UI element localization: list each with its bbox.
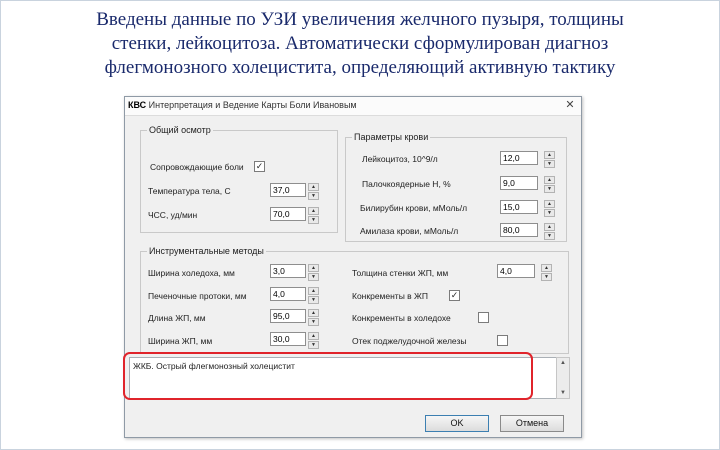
hepatic-ducts-arrows[interactable]: ▲ ▼ bbox=[308, 287, 319, 304]
gallbladder-length-input[interactable] bbox=[270, 309, 306, 323]
hepatic-ducts-label: Печеночные протоки, мм bbox=[148, 291, 247, 301]
spin-up-icon[interactable]: ▲ bbox=[544, 223, 555, 231]
spin-up-icon[interactable]: ▲ bbox=[544, 151, 555, 159]
bilirubin-input[interactable] bbox=[500, 200, 538, 214]
spin-down-icon[interactable]: ▼ bbox=[544, 185, 555, 193]
heart-rate-arrows[interactable]: ▲ ▼ bbox=[308, 207, 319, 224]
spin-down-icon[interactable]: ▼ bbox=[544, 232, 555, 240]
pancreas-edema-checkbox[interactable] bbox=[497, 335, 508, 346]
scroll-down-icon[interactable]: ▼ bbox=[557, 390, 569, 396]
amylase-arrows[interactable]: ▲ ▼ bbox=[544, 223, 555, 240]
gallbladder-length-arrows[interactable]: ▲ ▼ bbox=[308, 309, 319, 326]
amylase-input[interactable] bbox=[500, 223, 538, 237]
gallbladder-width-input[interactable] bbox=[270, 332, 306, 346]
gallbladder-width-arrows[interactable]: ▲ ▼ bbox=[308, 332, 319, 349]
leukocytes-input[interactable] bbox=[500, 151, 538, 165]
spin-down-icon[interactable]: ▼ bbox=[308, 296, 319, 304]
app-name: КВС bbox=[128, 100, 147, 110]
spin-down-icon[interactable]: ▼ bbox=[308, 216, 319, 224]
band-neutrophils-input[interactable] bbox=[500, 176, 538, 190]
leukocytes-arrows[interactable]: ▲ ▼ bbox=[544, 151, 555, 168]
choledochus-stones-checkbox[interactable] bbox=[478, 312, 489, 323]
temperature-arrows[interactable]: ▲ ▼ bbox=[308, 183, 319, 200]
pancreas-edema-label: Отек поджелудочной железы bbox=[352, 336, 467, 346]
instrumental-legend: Инструментальные методы bbox=[149, 246, 264, 256]
temperature-input[interactable] bbox=[270, 183, 306, 197]
spin-up-icon[interactable]: ▲ bbox=[308, 207, 319, 215]
wall-thickness-input[interactable] bbox=[497, 264, 535, 278]
band-neutrophils-arrows[interactable]: ▲ ▼ bbox=[544, 176, 555, 193]
spin-down-icon[interactable]: ▼ bbox=[308, 318, 319, 326]
gallbladder-length-label: Длина ЖП, мм bbox=[148, 313, 206, 323]
spin-up-icon[interactable]: ▲ bbox=[308, 332, 319, 340]
spin-up-icon[interactable]: ▲ bbox=[544, 200, 555, 208]
spin-down-icon[interactable]: ▼ bbox=[541, 273, 552, 281]
band-neutrophils-label: Палочкоядерные Н, % bbox=[362, 179, 451, 189]
bilirubin-arrows[interactable]: ▲ ▼ bbox=[544, 200, 555, 217]
spin-down-icon[interactable]: ▼ bbox=[308, 341, 319, 349]
spin-up-icon[interactable]: ▲ bbox=[544, 176, 555, 184]
spin-up-icon[interactable]: ▲ bbox=[308, 264, 319, 272]
spin-up-icon[interactable]: ▲ bbox=[308, 183, 319, 191]
pain-label: Сопровождающие боли bbox=[150, 162, 244, 172]
spin-down-icon[interactable]: ▼ bbox=[544, 160, 555, 168]
window-title-text: Интерпретация и Ведение Карты Боли Ивано… bbox=[146, 100, 357, 110]
slide-title: Введены данные по УЗИ увеличения желчног… bbox=[20, 8, 700, 80]
close-icon[interactable]: ✕ bbox=[563, 99, 577, 112]
heart-rate-label: ЧСС, уд/мин bbox=[148, 210, 198, 220]
leukocytes-label: Лейкоцитоз, 10^9/л bbox=[362, 154, 438, 164]
wall-thickness-label: Толщина стенки ЖП, мм bbox=[352, 268, 449, 278]
diagnosis-scrollbar[interactable]: ▲ ▼ bbox=[556, 357, 570, 399]
blood-params-legend: Параметры крови bbox=[354, 132, 429, 142]
slide-title-line-2: стенки, лейкоцитоза. Автоматически сформ… bbox=[111, 33, 609, 54]
spin-down-icon[interactable]: ▼ bbox=[544, 209, 555, 217]
choledochus-stones-label: Конкременты в холедохе bbox=[352, 313, 451, 323]
choledochus-width-input[interactable] bbox=[270, 264, 306, 278]
window-titlebar[interactable]: КВС Интерпретация и Ведение Карты Боли И… bbox=[125, 97, 581, 116]
diagnosis-highlight bbox=[123, 352, 533, 400]
pain-checkbox[interactable]: ✓ bbox=[254, 161, 265, 172]
choledochus-width-label: Ширина холедоха, мм bbox=[148, 268, 235, 278]
heart-rate-input[interactable] bbox=[270, 207, 306, 221]
gallbladder-stones-label: Конкременты в ЖП bbox=[352, 291, 429, 301]
wall-thickness-arrows[interactable]: ▲ ▼ bbox=[541, 264, 552, 281]
spin-up-icon[interactable]: ▲ bbox=[308, 309, 319, 317]
spin-up-icon[interactable]: ▲ bbox=[541, 264, 552, 272]
general-exam-legend: Общий осмотр bbox=[149, 125, 211, 135]
choledochus-width-arrows[interactable]: ▲ ▼ bbox=[308, 264, 319, 281]
bilirubin-label: Билирубин крови, мМоль/л bbox=[360, 203, 468, 213]
slide-title-line-1: Введены данные по УЗИ увеличения желчног… bbox=[96, 9, 624, 30]
slide-title-line-3: флегмонозного холецистита, определяющий … bbox=[104, 57, 616, 78]
spin-down-icon[interactable]: ▼ bbox=[308, 273, 319, 281]
gallbladder-width-label: Ширина ЖП, мм bbox=[148, 336, 213, 346]
scroll-up-icon[interactable]: ▲ bbox=[557, 360, 569, 366]
ok-button[interactable]: OK bbox=[425, 415, 489, 432]
cancel-button[interactable]: Отмена bbox=[500, 415, 564, 432]
temperature-label: Температура тела, С bbox=[148, 186, 231, 196]
spin-down-icon[interactable]: ▼ bbox=[308, 192, 319, 200]
window-title: КВС Интерпретация и Ведение Карты Боли И… bbox=[128, 100, 357, 110]
gallbladder-stones-checkbox[interactable]: ✓ bbox=[449, 290, 460, 301]
amylase-label: Амилаза крови, мМоль/л bbox=[360, 226, 459, 236]
hepatic-ducts-input[interactable] bbox=[270, 287, 306, 301]
spin-up-icon[interactable]: ▲ bbox=[308, 287, 319, 295]
